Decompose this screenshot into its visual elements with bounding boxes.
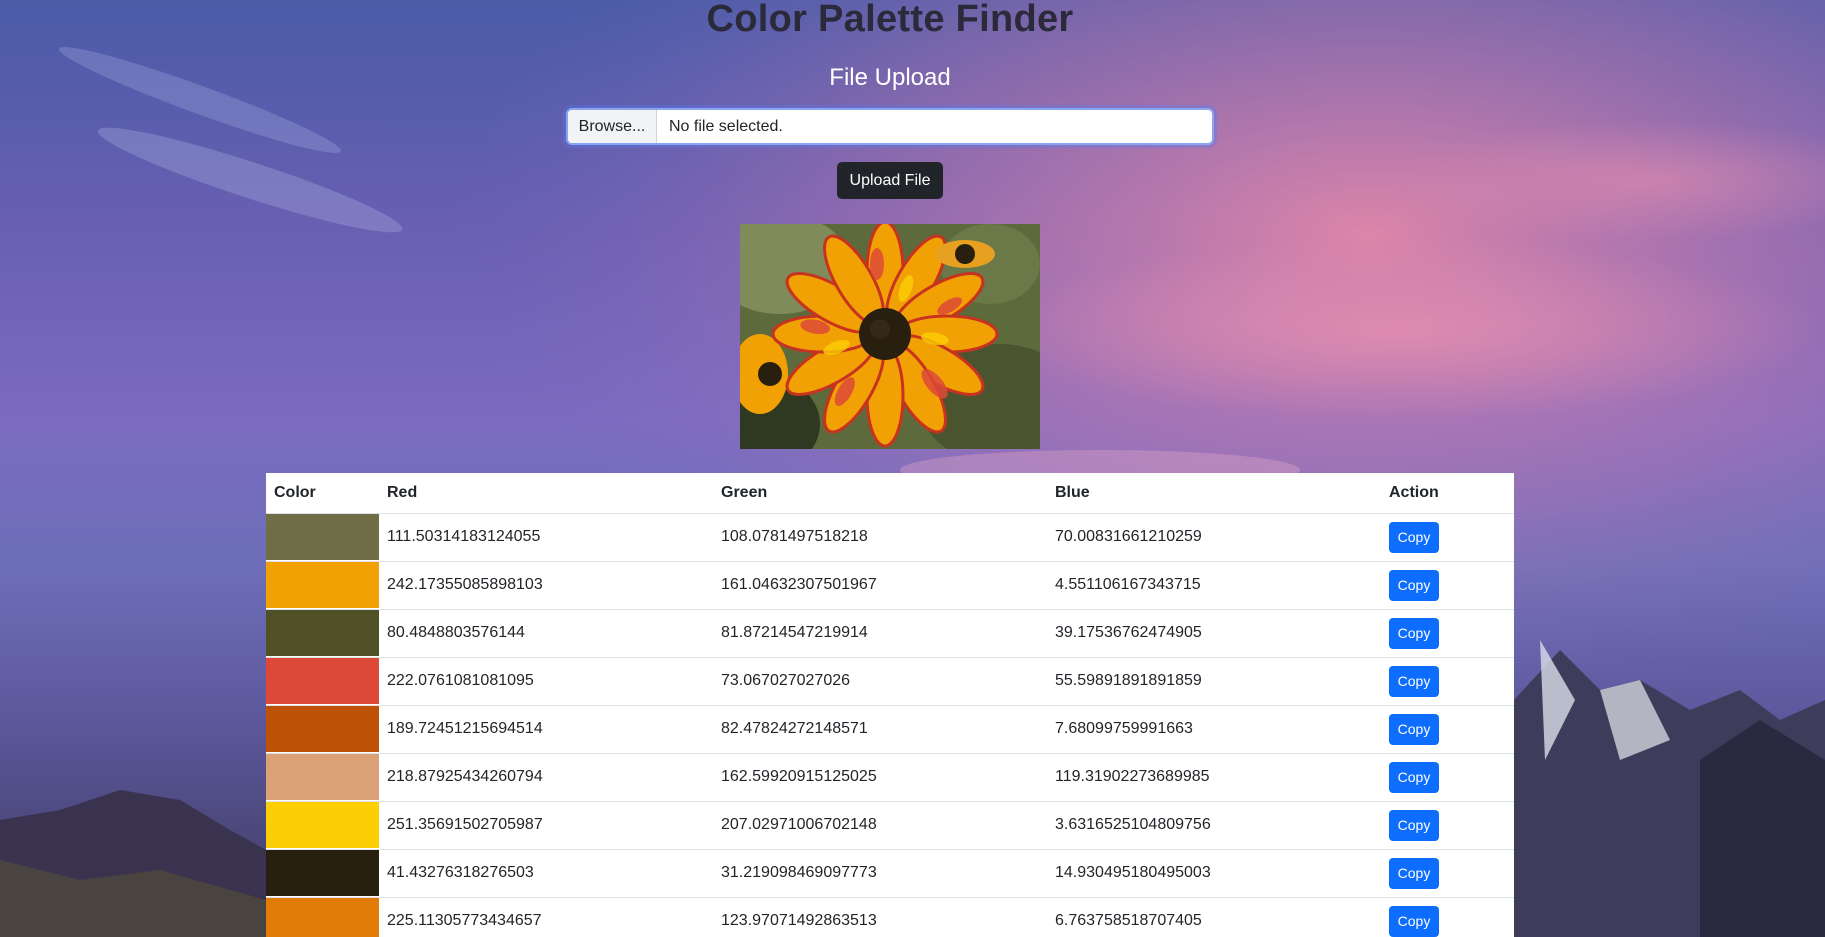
color-swatch-cell xyxy=(266,801,379,850)
copy-button[interactable]: Copy xyxy=(1389,809,1439,841)
blue-value: 55.59891891891859 xyxy=(1047,657,1381,706)
red-value: 222.0761081081095 xyxy=(379,657,713,706)
page-title: Color Palette Finder xyxy=(706,0,1074,40)
color-swatch xyxy=(266,514,379,560)
copy-button[interactable]: Copy xyxy=(1389,761,1439,793)
action-cell: Copy xyxy=(1381,705,1514,754)
red-value: 80.4848803576144 xyxy=(379,609,713,658)
action-cell: Copy xyxy=(1381,561,1514,610)
column-header-red: Red xyxy=(379,473,713,514)
table-row: 41.43276318276503 31.219098469097773 14.… xyxy=(266,849,1514,898)
table-row: 222.0761081081095 73.067027027026 55.598… xyxy=(266,657,1514,706)
table-row: 218.87925434260794 162.59920915125025 11… xyxy=(266,753,1514,802)
table-header-row: Color Red Green Blue Action xyxy=(266,473,1514,514)
action-cell: Copy xyxy=(1381,801,1514,850)
copy-button[interactable]: Copy xyxy=(1389,665,1439,697)
copy-button[interactable]: Copy xyxy=(1389,521,1439,553)
color-swatch-cell xyxy=(266,849,379,898)
color-swatch xyxy=(266,850,379,896)
blue-value: 6.763758518707405 xyxy=(1047,897,1381,937)
red-value: 251.35691502705987 xyxy=(379,801,713,850)
green-value: 161.04632307501967 xyxy=(713,561,1047,610)
color-palette-table: Color Red Green Blue Action 111.50314183… xyxy=(266,473,1514,937)
red-value: 189.72451215694514 xyxy=(379,705,713,754)
green-value: 73.067027027026 xyxy=(713,657,1047,706)
flower-image xyxy=(740,224,1040,449)
blue-value: 3.6316525104809756 xyxy=(1047,801,1381,850)
color-swatch-cell xyxy=(266,753,379,802)
action-cell: Copy xyxy=(1381,513,1514,562)
table-row: 225.11305773434657 123.97071492863513 6.… xyxy=(266,897,1514,937)
table-row: 189.72451215694514 82.47824272148571 7.6… xyxy=(266,705,1514,754)
table-row: 251.35691502705987 207.02971006702148 3.… xyxy=(266,801,1514,850)
column-header-action: Action xyxy=(1381,473,1514,514)
color-swatch-cell xyxy=(266,705,379,754)
copy-button[interactable]: Copy xyxy=(1389,617,1439,649)
green-value: 207.02971006702148 xyxy=(713,801,1047,850)
red-value: 41.43276318276503 xyxy=(379,849,713,898)
action-cell: Copy xyxy=(1381,897,1514,937)
action-cell: Copy xyxy=(1381,609,1514,658)
color-swatch-cell xyxy=(266,897,379,937)
color-swatch xyxy=(266,754,379,800)
column-header-green: Green xyxy=(713,473,1047,514)
green-value: 31.219098469097773 xyxy=(713,849,1047,898)
copy-button[interactable]: Copy xyxy=(1389,905,1439,937)
blue-value: 4.551106167343715 xyxy=(1047,561,1381,610)
blue-value: 7.68099759991663 xyxy=(1047,705,1381,754)
red-value: 225.11305773434657 xyxy=(379,897,713,937)
color-swatch xyxy=(266,898,379,937)
red-value: 242.17355085898103 xyxy=(379,561,713,610)
action-cell: Copy xyxy=(1381,849,1514,898)
copy-button[interactable]: Copy xyxy=(1389,569,1439,601)
uploaded-image-preview xyxy=(740,224,1040,449)
green-value: 82.47824272148571 xyxy=(713,705,1047,754)
color-swatch xyxy=(266,610,379,656)
green-value: 123.97071492863513 xyxy=(713,897,1047,937)
file-input[interactable]: Browse... No file selected. xyxy=(566,108,1214,145)
green-value: 108.0781497518218 xyxy=(713,513,1047,562)
action-cell: Copy xyxy=(1381,657,1514,706)
color-swatch xyxy=(266,706,379,752)
file-status-text: No file selected. xyxy=(669,117,783,135)
column-header-color: Color xyxy=(266,473,379,514)
copy-button[interactable]: Copy xyxy=(1389,713,1439,745)
color-swatch xyxy=(266,562,379,608)
color-swatch-cell xyxy=(266,657,379,706)
green-value: 162.59920915125025 xyxy=(713,753,1047,802)
column-header-blue: Blue xyxy=(1047,473,1381,514)
color-swatch-cell xyxy=(266,561,379,610)
color-swatch xyxy=(266,802,379,848)
browse-button[interactable]: Browse... xyxy=(568,110,657,143)
green-value: 81.87214547219914 xyxy=(713,609,1047,658)
blue-value: 119.31902273689985 xyxy=(1047,753,1381,802)
red-value: 111.50314183124055 xyxy=(379,513,713,562)
red-value: 218.87925434260794 xyxy=(379,753,713,802)
color-swatch xyxy=(266,658,379,704)
table-row: 80.4848803576144 81.87214547219914 39.17… xyxy=(266,609,1514,658)
table-row: 111.50314183124055 108.0781497518218 70.… xyxy=(266,513,1514,562)
copy-button[interactable]: Copy xyxy=(1389,857,1439,889)
blue-value: 14.930495180495003 xyxy=(1047,849,1381,898)
table-row: 242.17355085898103 161.04632307501967 4.… xyxy=(266,561,1514,610)
blue-value: 70.00831661210259 xyxy=(1047,513,1381,562)
action-cell: Copy xyxy=(1381,753,1514,802)
color-swatch-cell xyxy=(266,609,379,658)
blue-value: 39.17536762474905 xyxy=(1047,609,1381,658)
section-title-file-upload: File Upload xyxy=(829,64,951,91)
upload-file-button[interactable]: Upload File xyxy=(837,162,943,199)
color-swatch-cell xyxy=(266,513,379,562)
